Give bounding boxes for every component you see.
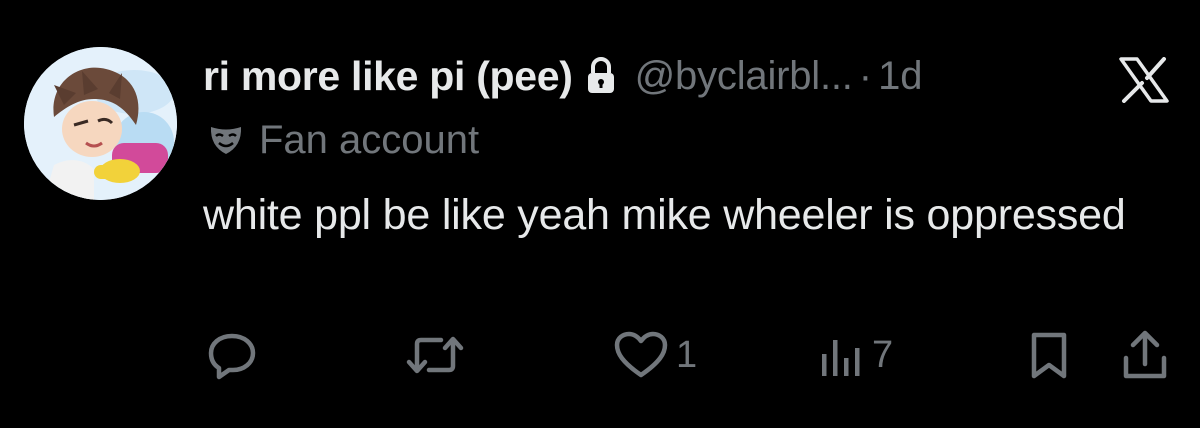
heart-icon [612, 328, 670, 382]
bookmark-button[interactable] [1027, 325, 1071, 385]
views-count: 7 [872, 333, 894, 376]
lock-icon [585, 56, 617, 96]
account-label[interactable]: Fan account [203, 115, 479, 165]
mask-icon [207, 124, 245, 156]
display-name[interactable]: ri more like pi (pee) [203, 53, 573, 100]
views-button[interactable]: 7 [818, 325, 893, 385]
timestamp[interactable]: 1d [878, 54, 923, 99]
tweet-header: ri more like pi (pee) @byclairbl... · 1d [203, 48, 923, 104]
share-icon [1120, 328, 1170, 382]
account-label-text: Fan account [259, 117, 480, 162]
reply-button[interactable] [205, 325, 259, 385]
action-bar: 1 7 [0, 325, 1200, 385]
repost-icon [405, 328, 465, 382]
avatar[interactable] [24, 47, 177, 200]
like-count: 1 [676, 333, 698, 376]
reply-icon [205, 328, 259, 382]
share-button[interactable] [1120, 325, 1170, 385]
user-handle[interactable]: @byclairbl... [635, 54, 853, 99]
separator-dot: · [858, 53, 873, 98]
x-logo-icon [1118, 57, 1170, 103]
repost-button[interactable] [405, 325, 465, 385]
analytics-icon [818, 328, 866, 382]
bookmark-icon [1027, 328, 1071, 382]
like-button[interactable]: 1 [612, 325, 697, 385]
tweet[interactable]: ri more like pi (pee) @byclairbl... · 1d [0, 0, 1200, 428]
tweet-text: white ppl be like yeah mike wheeler is o… [203, 191, 1126, 239]
